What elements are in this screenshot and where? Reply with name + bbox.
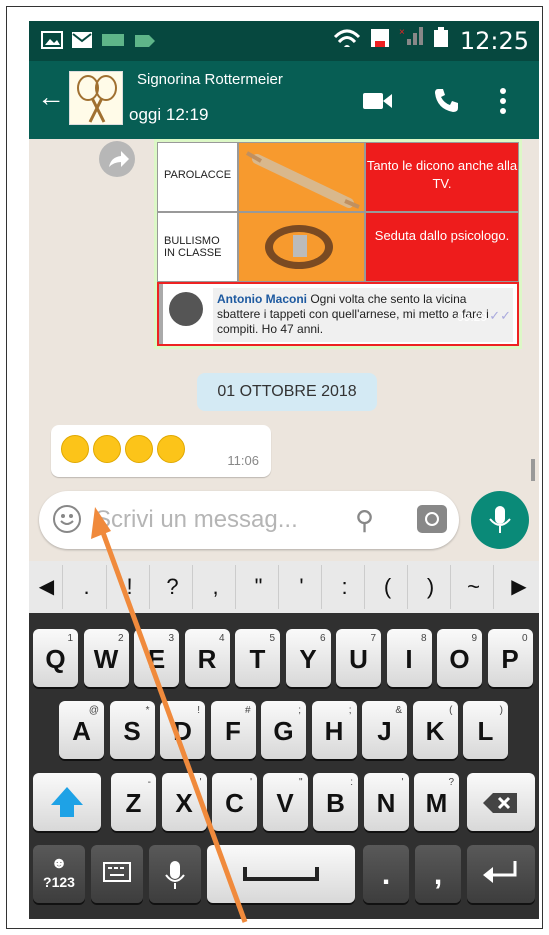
- annotation-arrow: [91, 507, 248, 923]
- screenshot-frame: × 12:25 ← Signorina Rottermeier oggi 12:…: [6, 6, 543, 929]
